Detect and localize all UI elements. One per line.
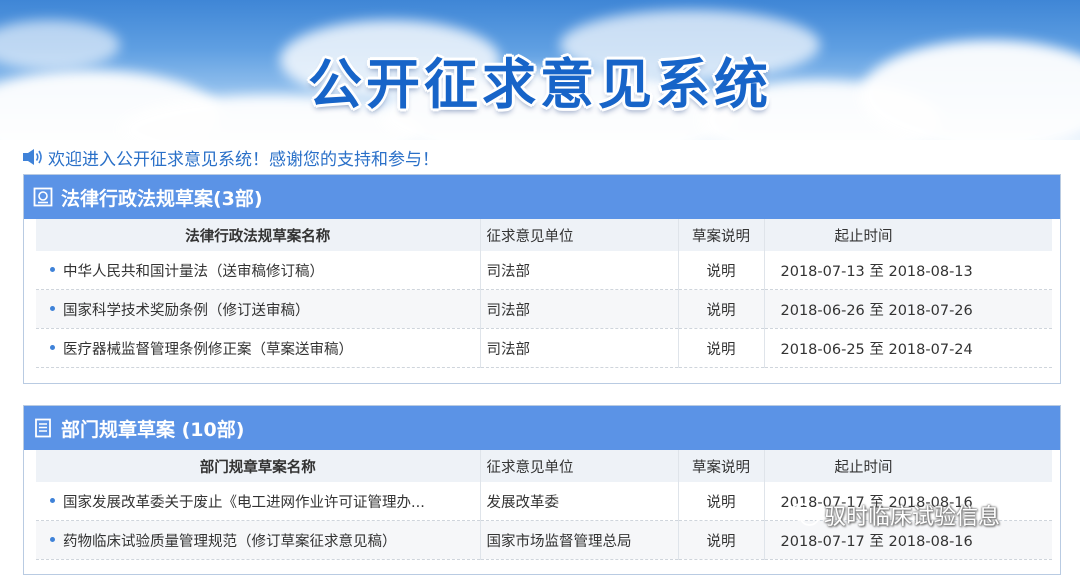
- table-row: 国家科学技术奖励条例（修订送审稿） 司法部 说明 2018-06-26 至 20…: [36, 289, 1052, 329]
- column-header-name: 法律行政法规草案名称: [36, 219, 481, 251]
- column-header-period: 起止时间: [764, 450, 1052, 482]
- department-rules-panel: 部门规章草案 (10部) 部门规章草案名称 征求意见单位 草案说明 起止时间 国…: [23, 405, 1061, 575]
- law-drafts-title: 法律行政法规草案(3部): [61, 187, 263, 210]
- welcome-message: 欢迎进入公开征求意见系统！感谢您的支持和参与！: [22, 144, 439, 170]
- law-drafts-header: 法律行政法规草案(3部): [24, 175, 1060, 219]
- draft-note-link[interactable]: 说明: [678, 251, 765, 290]
- column-header-note: 草案说明: [678, 219, 765, 251]
- draft-unit: 国家市场监督管理总局: [480, 520, 679, 560]
- table-row: 医疗器械监督管理条例修正案（草案送审稿） 司法部 说明 2018-06-25 至…: [36, 328, 1052, 368]
- bullet-icon: [50, 306, 55, 311]
- draft-name-link[interactable]: 医疗器械监督管理条例修正案（草案送审稿）: [36, 328, 481, 368]
- table-row: 中华人民共和国计量法（送审稿修订稿） 司法部 说明 2018-07-13 至 2…: [36, 251, 1052, 290]
- draft-unit: 司法部: [480, 251, 679, 290]
- draft-unit: 司法部: [480, 328, 679, 368]
- document-icon: [35, 418, 51, 438]
- department-rules-header: 部门规章草案 (10部): [24, 406, 1060, 450]
- table-header-row: 部门规章草案名称 征求意见单位 草案说明 起止时间: [36, 450, 1052, 482]
- draft-name-link[interactable]: 药物临床试验质量管理规范（修订草案征求意见稿）: [36, 520, 481, 560]
- draft-unit: 司法部: [480, 289, 679, 329]
- banner: 公开征求意见系统: [0, 0, 1080, 140]
- column-header-period: 起止时间: [764, 219, 1052, 251]
- draft-period: 2018-06-26 至 2018-07-26: [764, 289, 1052, 329]
- draft-name-link[interactable]: 中华人民共和国计量法（送审稿修订稿）: [36, 251, 481, 290]
- law-drafts-panel: 法律行政法规草案(3部) 法律行政法规草案名称 征求意见单位 草案说明 起止时间…: [23, 174, 1061, 384]
- watermark: 驭时临床试验信息: [790, 498, 1000, 532]
- draft-note-link[interactable]: 说明: [678, 520, 765, 560]
- column-header-name: 部门规章草案名称: [36, 450, 481, 482]
- seal-icon: [33, 187, 53, 207]
- wechat-icon: [790, 503, 819, 526]
- draft-name-link[interactable]: 国家发展改革委关于废止《电工进网作业许可证管理办...: [36, 482, 481, 521]
- watermark-text: 驭时临床试验信息: [824, 505, 1001, 530]
- bullet-icon: [50, 345, 55, 350]
- bullet-icon: [50, 537, 55, 542]
- department-rules-title: 部门规章草案 (10部): [61, 418, 245, 441]
- bullet-icon: [50, 498, 55, 503]
- column-header-unit: 征求意见单位: [480, 450, 679, 482]
- welcome-text: 欢迎进入公开征求意见系统！感谢您的支持和参与！: [48, 149, 439, 170]
- bullet-icon: [50, 267, 55, 272]
- law-drafts-table: 法律行政法规草案名称 征求意见单位 草案说明 起止时间 中华人民共和国计量法（送…: [36, 219, 1052, 368]
- draft-unit: 发展改革委: [480, 482, 679, 521]
- column-header-unit: 征求意见单位: [480, 219, 679, 251]
- draft-name-link[interactable]: 国家科学技术奖励条例（修订送审稿）: [36, 289, 481, 329]
- draft-note-link[interactable]: 说明: [678, 328, 765, 368]
- draft-note-link[interactable]: 说明: [678, 482, 765, 521]
- draft-period: 2018-07-13 至 2018-08-13: [764, 251, 1052, 290]
- column-header-note: 草案说明: [678, 450, 765, 482]
- draft-note-link[interactable]: 说明: [678, 289, 765, 329]
- draft-period: 2018-06-25 至 2018-07-24: [764, 328, 1052, 368]
- speaker-icon: [23, 149, 42, 165]
- banner-title: 公开征求意见系统: [308, 53, 772, 116]
- table-header-row: 法律行政法规草案名称 征求意见单位 草案说明 起止时间: [36, 219, 1052, 251]
